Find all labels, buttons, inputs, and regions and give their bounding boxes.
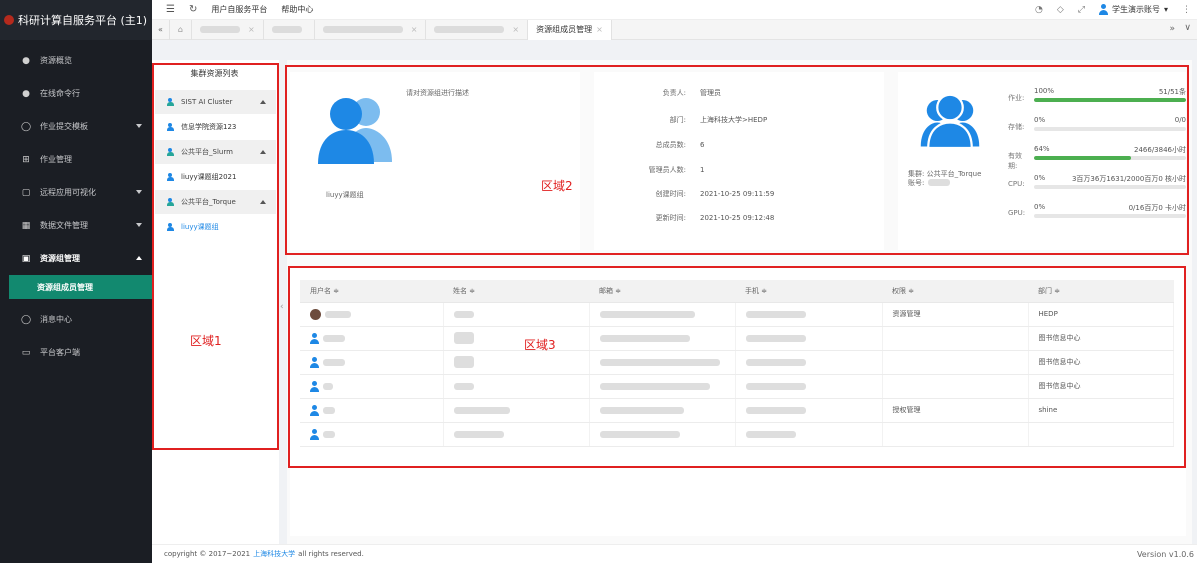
tabs-dropdown-icon[interactable]: ∨ [1184,23,1191,33]
tab-blurred-3[interactable]: × [315,19,427,40]
tab-blurred-4[interactable]: × [426,19,529,40]
footer: copyright © 2017~2021 上海科技大学 all rights … [152,544,1197,563]
main-content: 集群资源列表 SIST AI Cluster 信息学院资源123 公共平台_Sl… [152,40,1197,544]
annotation-box-region-2 [285,65,1189,255]
sidebar-item-resource-group[interactable]: ▣ 资源组管理 [0,242,152,275]
more-icon[interactable]: ⋮ [1182,5,1191,15]
copyright-text: copyright © 2017~2021 [164,550,251,558]
close-icon[interactable]: × [596,25,603,34]
job-icon: ⊞ [22,154,30,165]
logo-icon [4,15,14,25]
sidebar-item-data-files[interactable]: ▦ 数据文件管理 [0,209,152,242]
terminal-icon: ● [22,88,30,99]
fullscreen-icon[interactable]: ⤢ [1078,5,1085,15]
region-label-1: 区域1 [190,334,222,348]
sidebar-item-client[interactable]: ▭ 平台客户端 [0,336,152,369]
tabs-scroll-left[interactable]: « [152,19,170,40]
client-icon: ▭ [21,347,31,358]
app-brand[interactable]: 科研计算自服务平台 (主1) [0,0,152,40]
tag-icon[interactable]: ◇ [1057,5,1064,15]
collapse-handle-icon[interactable]: ‹ [280,302,284,312]
folder-icon: ▦ [21,220,31,231]
annotation-box-region-3 [288,266,1186,468]
sidebar-item-remote-vis[interactable]: ▢ 远程应用可视化 [0,176,152,209]
dashboard-icon: ● [22,55,30,66]
tab-group-members[interactable]: 资源组成员管理 × [528,19,612,40]
sidebar-item-jobs[interactable]: ⊞ 作业管理 [0,143,152,176]
home-tab[interactable]: ⌂ [170,19,192,40]
close-icon[interactable]: × [411,25,418,34]
university-link[interactable]: 上海科技大学 [253,549,295,559]
chevron-down-icon [136,223,142,227]
template-icon: ◯ [20,121,32,132]
chevron-down-icon: ▾ [1163,5,1168,14]
user-menu[interactable]: 学生演示账号 ▾ [1098,4,1168,15]
tabs-scroll-right[interactable]: » [1169,24,1175,34]
home-icon: ⌂ [177,25,183,34]
app-title: 科研计算自服务平台 (主1) [18,14,148,27]
user-icon [1098,4,1108,15]
monitor-icon: ▢ [21,187,31,198]
region-label-2: 区域2 [541,179,573,193]
tab-blurred-1[interactable]: × [192,19,264,40]
chevron-up-icon [136,256,142,260]
group-icon: ▣ [21,253,31,264]
sidebar-item-templates[interactable]: ◯ 作业提交模板 [0,110,152,143]
chevron-down-icon [136,124,142,128]
nav-link-help[interactable]: 帮助中心 [281,4,313,15]
bell-icon[interactable]: ◔ [1035,5,1043,15]
chevron-down-icon [136,190,142,194]
menu-toggle-icon[interactable]: ☰ [166,4,175,15]
sidebar-item-group-members[interactable]: 资源组成员管理 [9,275,152,299]
nav-link-self-service[interactable]: 用户自服务平台 [211,4,267,15]
annotation-box-region-1 [152,63,279,450]
top-bar: ☰ ↻ 用户自服务平台 帮助中心 ◔ ◇ ⤢ 学生演示账号 ▾ ⋮ « ⌂ × ×… [152,0,1197,40]
region-label-3: 区域3 [524,338,556,352]
bell-icon: ◯ [20,314,32,325]
tab-blurred-2[interactable] [264,19,315,40]
sidebar: 科研计算自服务平台 (主1) ● 资源概览 ● 在线命令行 ◯ 作业提交模板 ⊞ 作业管… [0,0,152,563]
rights-text: all rights reserved. [298,550,364,558]
sidebar-item-messages[interactable]: ◯ 消息中心 [0,303,152,336]
close-icon[interactable]: × [248,25,255,34]
close-icon[interactable]: × [512,25,519,34]
version-text: Version v1.0.6 [1136,550,1194,559]
sidebar-item-overview[interactable]: ● 资源概览 [0,44,152,77]
refresh-icon[interactable]: ↻ [189,4,197,15]
user-name: 学生演示账号 [1111,5,1160,14]
sidebar-item-terminal[interactable]: ● 在线命令行 [0,77,152,110]
